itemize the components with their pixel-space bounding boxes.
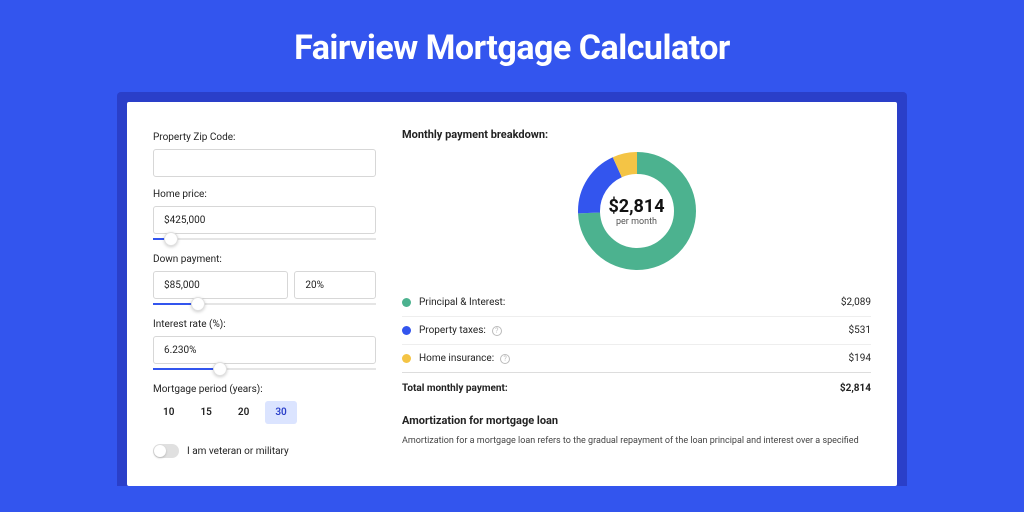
legend-value: $2,089 (841, 297, 871, 308)
zip-label: Property Zip Code: (153, 132, 376, 143)
down-label: Down payment: (153, 254, 376, 265)
down-slider[interactable] (153, 297, 376, 311)
legend-label: Principal & Interest: (419, 297, 505, 308)
price-slider[interactable] (153, 232, 376, 246)
term-button-20[interactable]: 20 (228, 401, 259, 424)
legend-dot (402, 354, 411, 363)
slider-fill (153, 368, 220, 370)
legend-row: Property taxes:? $531 (402, 317, 871, 345)
card-shadow: Property Zip Code: Home price: Down paym… (117, 92, 907, 486)
results-column: Monthly payment breakdown: $2,814 per mo… (398, 128, 897, 486)
rate-slider[interactable] (153, 362, 376, 376)
term-button-10[interactable]: 10 (153, 401, 184, 424)
slider-thumb[interactable] (191, 297, 205, 311)
term-button-30[interactable]: 30 (265, 401, 296, 424)
slider-thumb[interactable] (164, 232, 178, 246)
info-icon[interactable]: ? (492, 326, 502, 336)
legend-value: $194 (849, 353, 871, 364)
term-label: Mortgage period (years): (153, 384, 376, 395)
down-amount-input[interactable] (153, 271, 288, 299)
legend-label: Home insurance: (419, 353, 494, 364)
donut-sub: per month (616, 217, 657, 227)
legend-value: $531 (849, 325, 871, 336)
slider-thumb[interactable] (213, 362, 227, 376)
donut-center: $2,814 per month (577, 151, 697, 271)
legend-row: Principal & Interest: $2,089 (402, 289, 871, 317)
donut-wrap: $2,814 per month (402, 151, 871, 271)
veteran-label: I am veteran or military (187, 446, 289, 457)
veteran-toggle[interactable] (153, 444, 179, 458)
term-button-15[interactable]: 15 (190, 401, 221, 424)
amort-text: Amortization for a mortgage loan refers … (402, 435, 871, 449)
veteran-row: I am veteran or military (153, 444, 376, 458)
term-buttons: 10 15 20 30 (153, 401, 376, 424)
total-label: Total monthly payment: (402, 383, 508, 394)
legend: Principal & Interest: $2,089 Property taxe… (402, 289, 871, 373)
legend-row: Home insurance:? $194 (402, 345, 871, 373)
rate-label: Interest rate (%): (153, 319, 376, 330)
donut-chart: $2,814 per month (577, 151, 697, 271)
legend-dot (402, 298, 411, 307)
total-value: $2,814 (840, 383, 871, 394)
price-input[interactable] (153, 206, 376, 234)
slider-track (153, 238, 376, 240)
page-title: Fairview Mortgage Calculator (0, 28, 1024, 68)
zip-input[interactable] (153, 149, 376, 177)
down-row (153, 271, 376, 299)
calculator-card: Property Zip Code: Home price: Down paym… (127, 102, 897, 486)
down-percent-input[interactable] (294, 271, 376, 299)
info-icon[interactable]: ? (500, 354, 510, 364)
legend-dot (402, 326, 411, 335)
form-column: Property Zip Code: Home price: Down paym… (153, 128, 398, 486)
legend-label: Property taxes: (419, 325, 486, 336)
donut-value: $2,814 (608, 196, 664, 217)
amort-title: Amortization for mortgage loan (402, 414, 871, 427)
total-row: Total monthly payment: $2,814 (402, 373, 871, 408)
breakdown-title: Monthly payment breakdown: (402, 128, 871, 141)
price-label: Home price: (153, 189, 376, 200)
hero: Fairview Mortgage Calculator (0, 0, 1024, 92)
rate-input[interactable] (153, 336, 376, 364)
